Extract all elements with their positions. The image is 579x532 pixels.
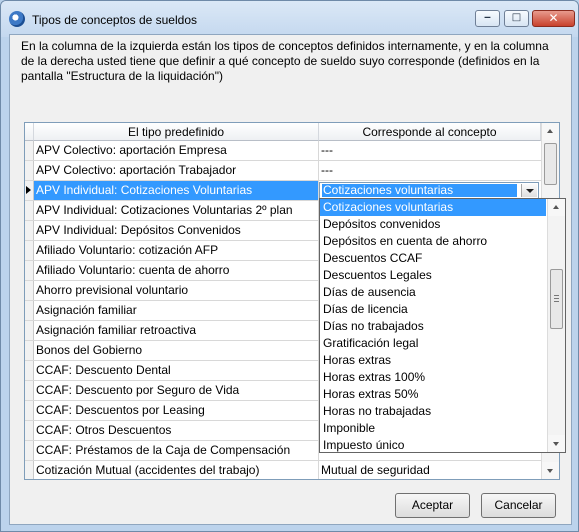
row-indicator	[25, 281, 34, 300]
row-indicator	[25, 221, 34, 240]
dropdown-option[interactable]: Impuesto único	[320, 437, 546, 454]
dropdown-option[interactable]: Días no trabajados	[320, 318, 546, 335]
table-row[interactable]: APV Colectivo: aportación Empresa ---	[25, 141, 541, 161]
cell-type[interactable]: Asignación familiar	[34, 301, 319, 320]
scroll-up-arrow-icon	[553, 205, 559, 209]
chevron-down-icon	[526, 189, 534, 193]
accept-button[interactable]: Aceptar	[395, 493, 470, 518]
concept-combobox[interactable]: Cotizaciones voluntarias	[319, 182, 539, 199]
cell-type[interactable]: CCAF: Descuentos por Leasing	[34, 401, 319, 420]
row-indicator	[25, 241, 34, 260]
cell-type[interactable]: CCAF: Descuento Dental	[34, 361, 319, 380]
minimize-icon: ‒	[484, 12, 491, 23]
dropdown-option[interactable]: Imponible	[320, 420, 546, 437]
dropdown-option[interactable]: Horas no trabajadas	[320, 403, 546, 420]
dropdown-scroll-thumb[interactable]	[550, 269, 563, 329]
cell-type[interactable]: APV Individual: Depósitos Convenidos	[34, 221, 319, 240]
dropdown-option[interactable]: Horas extras	[320, 352, 546, 369]
close-icon: ✕	[548, 11, 559, 25]
cell-type[interactable]: APV Colectivo: aportación Trabajador	[34, 161, 319, 180]
dropdown-option[interactable]: Días de ausencia	[320, 284, 546, 301]
cell-concept[interactable]: ---	[319, 161, 543, 180]
dropdown-option[interactable]: Depósitos en cuenta de ahorro	[320, 233, 546, 250]
grip-line-icon	[554, 301, 559, 302]
cell-type[interactable]: APV Individual: Cotizaciones Voluntarias…	[34, 201, 319, 220]
minimize-button[interactable]: ‒	[475, 10, 500, 27]
dropdown-option[interactable]: Horas extras 100%	[320, 369, 546, 386]
column-header-predefined-type[interactable]: El tipo predefinido	[34, 123, 319, 141]
dropdown-option[interactable]: Horas extras 50%	[320, 386, 546, 403]
dropdown-scroll-down-button[interactable]	[548, 435, 565, 452]
row-indicator	[25, 461, 34, 479]
maximize-icon: □	[511, 12, 522, 23]
cell-type[interactable]: CCAF: Préstamos de la Caja de Compensaci…	[34, 441, 319, 460]
row-indicator	[25, 261, 34, 280]
current-row-arrow-icon	[26, 186, 31, 194]
description-text: En la columna de la izquierda están los …	[21, 39, 549, 83]
row-indicator	[25, 201, 34, 220]
grip-line-icon	[554, 295, 559, 296]
row-indicator	[25, 381, 34, 400]
row-indicator	[25, 181, 34, 200]
dropdown-option[interactable]: Días de licencia	[320, 301, 546, 318]
cell-type[interactable]: APV Colectivo: aportación Empresa	[34, 141, 319, 160]
table-row[interactable]: Cotización Mutual (accidentes del trabaj…	[25, 461, 543, 479]
cell-type[interactable]: Cotización Mutual (accidentes del trabaj…	[34, 461, 319, 479]
combobox-dropdown-button[interactable]	[521, 184, 537, 197]
cell-concept[interactable]: Mutual de seguridad	[319, 461, 543, 479]
dropdown-option[interactable]: Depósitos convenidos	[320, 216, 546, 233]
table-row[interactable]: APV Colectivo: aportación Trabajador ---	[25, 161, 541, 181]
row-indicator	[25, 361, 34, 380]
cell-type[interactable]: CCAF: Otros Descuentos	[34, 421, 319, 440]
combobox-value: Cotizaciones voluntarias	[322, 184, 517, 197]
dialog-window: Tipos de conceptos de sueldos ‒ □ ✕ En l…	[0, 0, 579, 532]
cancel-button[interactable]: Cancelar	[481, 493, 556, 518]
row-indicator	[25, 421, 34, 440]
app-icon	[9, 11, 25, 27]
row-indicator	[25, 321, 34, 340]
cell-type[interactable]: Asignación familiar retroactiva	[34, 321, 319, 340]
row-indicator	[25, 341, 34, 360]
grid-scroll-down-button[interactable]	[542, 462, 559, 479]
title-bar[interactable]: Tipos de conceptos de sueldos ‒ □ ✕	[1, 1, 578, 37]
row-indicator	[25, 161, 34, 180]
dropdown-option[interactable]: Descuentos Legales	[320, 267, 546, 284]
row-indicator-header	[25, 123, 34, 141]
cell-type[interactable]: Bonos del Gobierno	[34, 341, 319, 360]
cell-type[interactable]: CCAF: Descuento por Seguro de Vida	[34, 381, 319, 400]
row-indicator	[25, 441, 34, 460]
close-button[interactable]: ✕	[532, 10, 575, 27]
row-indicator	[25, 301, 34, 320]
scroll-up-arrow-icon	[547, 129, 553, 133]
cell-type[interactable]: Afiliado Voluntario: cotización AFP	[34, 241, 319, 260]
cell-concept[interactable]: ---	[319, 141, 543, 160]
column-header-concept[interactable]: Corresponde al concepto	[319, 123, 541, 141]
dropdown-option[interactable]: Descuentos CCAF	[320, 250, 546, 267]
maximize-button[interactable]: □	[504, 10, 529, 27]
cell-type[interactable]: Ahorro previsional voluntario	[34, 281, 319, 300]
scroll-down-arrow-icon	[553, 442, 559, 446]
concept-dropdown-list[interactable]: Cotizaciones voluntarias Depósitos conve…	[319, 198, 566, 453]
grid-scroll-up-button[interactable]	[542, 123, 559, 140]
cell-type[interactable]: APV Individual: Cotizaciones Voluntarias	[34, 181, 319, 200]
grid-scroll-thumb[interactable]	[544, 143, 557, 185]
dropdown-scrollbar[interactable]	[547, 199, 565, 452]
dropdown-scroll-up-button[interactable]	[548, 199, 565, 216]
row-indicator	[25, 401, 34, 420]
row-indicator	[25, 141, 34, 160]
cell-type[interactable]: Afiliado Voluntario: cuenta de ahorro	[34, 261, 319, 280]
scroll-down-arrow-icon	[547, 469, 553, 473]
window-title: Tipos de conceptos de sueldos	[32, 13, 197, 27]
grip-line-icon	[554, 298, 559, 299]
dropdown-option[interactable]: Gratificación legal	[320, 335, 546, 352]
dropdown-option-selected[interactable]: Cotizaciones voluntarias	[320, 199, 546, 216]
